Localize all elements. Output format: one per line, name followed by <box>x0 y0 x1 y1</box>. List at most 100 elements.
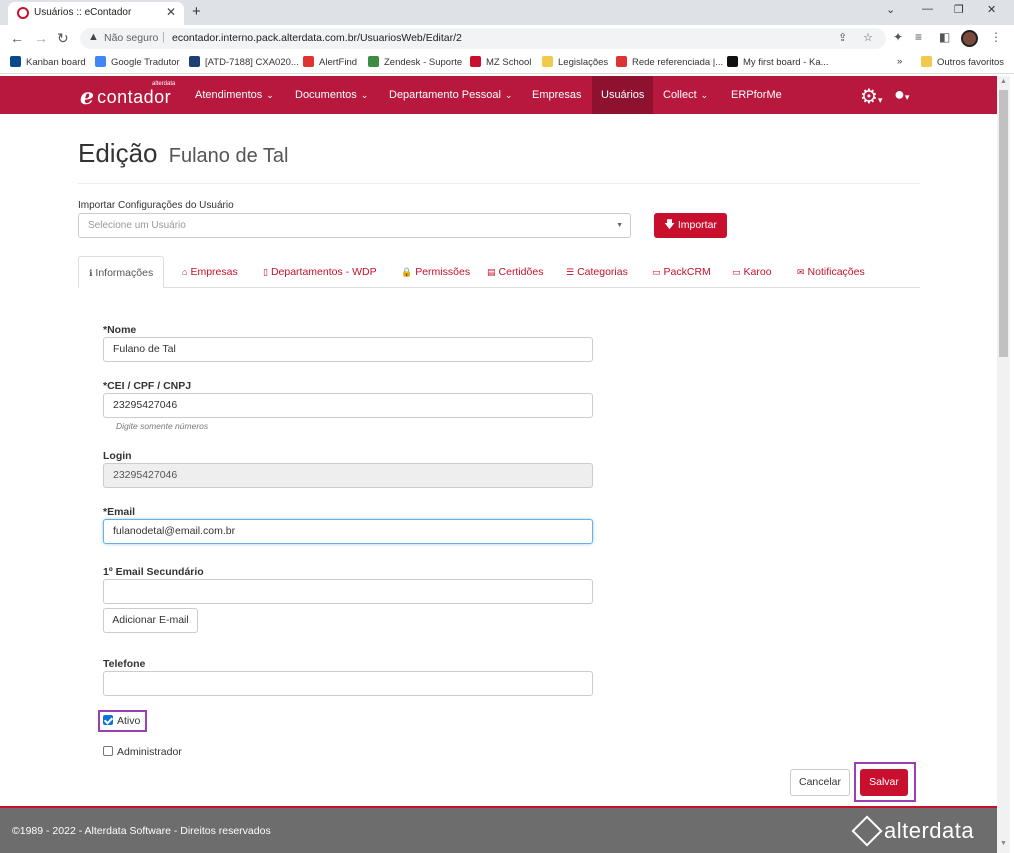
telefone-input[interactable] <box>103 671 593 696</box>
bookmark-alertfind[interactable]: AlertFind <box>303 56 357 68</box>
nav-label: Departamento Pessoal <box>389 89 501 101</box>
list-icon: ☰ <box>566 267 575 277</box>
cancel-button[interactable]: Cancelar <box>790 769 850 796</box>
bookmark-label: Zendesk - Suporte <box>384 57 463 68</box>
add-email-button[interactable]: Adicionar E-mail <box>103 608 198 633</box>
info-icon: ℹ <box>89 268 93 278</box>
telefone-label: Telefone <box>103 658 146 670</box>
login-label: Login <box>103 450 132 462</box>
bookmark-star-icon[interactable]: ☆ <box>863 31 873 44</box>
scroll-up-icon[interactable]: ▲ <box>1000 78 1007 85</box>
bookmark-favicon-icon <box>616 56 627 67</box>
forward-icon[interactable]: → <box>34 30 48 46</box>
save-button[interactable]: Salvar <box>860 769 908 796</box>
tab-notificacoes[interactable]: ✉ Notificações <box>787 256 875 288</box>
nav-collect[interactable]: Collect ⌄ <box>654 76 717 114</box>
bookmark-favicon-icon <box>10 56 21 67</box>
side-panel-icon[interactable]: ◧ <box>939 30 950 44</box>
bookmark-atd[interactable]: [ATD-7188] CXA020... <box>189 56 299 68</box>
profile-avatar[interactable] <box>961 30 978 47</box>
import-button-label: Importar <box>677 219 717 231</box>
warning-icon[interactable]: ▲ <box>88 31 99 43</box>
bookmark-favicon-icon <box>470 56 481 67</box>
bookmark-legislacoes[interactable]: Legislações <box>542 56 608 68</box>
minimize-icon[interactable]: — <box>922 3 933 15</box>
logo-text: contador <box>97 87 172 107</box>
folder-icon <box>542 56 553 67</box>
bookmark-label: [ATD-7188] CXA020... <box>205 57 299 68</box>
tab-label: Certidões <box>498 266 544 278</box>
scroll-thumb[interactable] <box>999 90 1008 357</box>
bookmark-mz-school[interactable]: MZ School <box>470 56 531 68</box>
email-secundario-label: 1º Email Secundário <box>103 566 204 578</box>
menu-kebab-icon[interactable]: ⋮ <box>990 30 1002 44</box>
url-text[interactable]: econtador.interno.pack.alterdata.com.br/… <box>172 32 462 44</box>
ativo-checkbox[interactable] <box>103 715 113 725</box>
bookmark-label: Google Tradutor <box>111 57 180 68</box>
nav-atendimentos[interactable]: Atendimentos ⌄ <box>186 76 283 114</box>
cpf-input[interactable]: 23295427046 <box>103 393 593 418</box>
bookmark-my-first-board[interactable]: My first board - Ka... <box>727 56 829 68</box>
import-button[interactable]: 🡇 Importar <box>654 213 727 238</box>
restore-icon[interactable]: ❐ <box>954 3 964 16</box>
url-field[interactable]: ▲ Não seguro | econtador.interno.pack.al… <box>80 28 886 49</box>
administrador-checkbox[interactable] <box>103 746 113 756</box>
email-secundario-input[interactable] <box>103 579 593 604</box>
envelope-icon: ✉ <box>797 267 805 277</box>
import-user-select[interactable]: Selecione um Usuário ▼ <box>78 213 631 238</box>
bookmark-kanban[interactable]: Kanban board <box>10 56 86 68</box>
bookmark-outros-favoritos[interactable]: Outros favoritos <box>921 56 1004 68</box>
nav-label: Atendimentos <box>195 89 263 101</box>
reading-list-icon[interactable]: ≡ <box>915 30 922 44</box>
alterdata-footer-logo: alterdata <box>851 815 974 847</box>
nav-documentos[interactable]: Documentos ⌄ <box>286 76 377 114</box>
settings-gear-icon[interactable]: ⚙▾ <box>860 84 882 109</box>
new-tab-button[interactable]: + <box>192 3 201 20</box>
ativo-checkbox-row[interactable]: Ativo <box>103 715 140 727</box>
bookmark-label: Outros favoritos <box>937 57 1005 68</box>
administrador-label: Administrador <box>117 746 182 758</box>
tab-informacoes[interactable]: ℹ Informações <box>78 256 165 288</box>
tab-departamentos-wdp[interactable]: ▯ Departamentos - WDP <box>253 256 387 288</box>
browser-tab[interactable]: Usuários :: eContador ✕ <box>8 2 184 25</box>
chevron-down-icon: ⌄ <box>700 90 709 100</box>
page-scrollbar[interactable]: ▲ ▼ <box>997 76 1010 853</box>
browser-tab-bar: Usuários :: eContador ✕ + ⌄ — ❐ ✕ <box>0 0 1014 25</box>
chevron-down-icon: ⌄ <box>266 90 274 100</box>
econtador-logo[interactable]: alterdata ℯ contador <box>80 81 175 110</box>
footer-copyright: ©1989 - 2022 - Alterdata Software - Dire… <box>12 825 271 837</box>
tab-empresas[interactable]: ⌂ Empresas <box>172 256 248 288</box>
tab-label: Informações <box>95 267 154 279</box>
nav-label: ERPforMe <box>731 89 782 101</box>
close-tab-icon[interactable]: ✕ <box>166 5 176 19</box>
extensions-icon[interactable]: ✦ <box>893 30 903 44</box>
bookmarks-overflow-icon[interactable]: » <box>897 56 902 67</box>
reload-icon[interactable]: ↻ <box>57 30 69 47</box>
form-tabs: ℹ Informações ⌂ Empresas ▯ Departamentos - … <box>78 256 920 288</box>
page-footer: ©1989 - 2022 - Alterdata Software - Dire… <box>0 806 997 853</box>
tab-certidoes[interactable]: ▤ Certidões <box>477 256 553 288</box>
tab-karoo[interactable]: ▭ Karoo <box>722 256 782 288</box>
bookmark-rede-referenciada[interactable]: Rede referenciada |... <box>616 56 723 68</box>
bookmarks-bar: Kanban board Google Tradutor [ATD-7188] … <box>0 52 1014 74</box>
bookmark-zendesk[interactable]: Zendesk - Suporte <box>368 56 462 68</box>
nav-usuarios[interactable]: Usuários <box>592 76 654 114</box>
tab-search-icon[interactable]: ⌄ <box>886 3 895 16</box>
tab-permissoes[interactable]: 🔒 Permissões <box>391 256 480 288</box>
close-window-icon[interactable]: ✕ <box>987 3 996 16</box>
back-icon[interactable]: ← <box>10 30 24 46</box>
share-icon[interactable]: ⇪ <box>838 31 847 44</box>
bookmark-google-tradutor[interactable]: Google Tradutor <box>95 56 180 68</box>
tab-packcrm[interactable]: ▭ PackCRM <box>642 256 721 288</box>
bookmark-favicon-icon <box>303 56 314 67</box>
not-secure-label[interactable]: Não seguro <box>104 32 158 44</box>
nav-erpforme[interactable]: ERPforMe <box>722 76 791 114</box>
tab-categorias[interactable]: ☰ Categorias <box>556 256 638 288</box>
nav-empresas[interactable]: Empresas <box>523 76 591 114</box>
nav-departamento-pessoal[interactable]: Departamento Pessoal ⌄ <box>380 76 521 114</box>
scroll-down-icon[interactable]: ▼ <box>1000 840 1007 847</box>
user-menu-icon[interactable]: ●▾ <box>894 84 909 105</box>
email-input[interactable]: fulanodetal@email.com.br <box>103 519 593 544</box>
nome-input[interactable]: Fulano de Tal <box>103 337 593 362</box>
administrador-checkbox-row[interactable]: Administrador <box>103 746 182 758</box>
